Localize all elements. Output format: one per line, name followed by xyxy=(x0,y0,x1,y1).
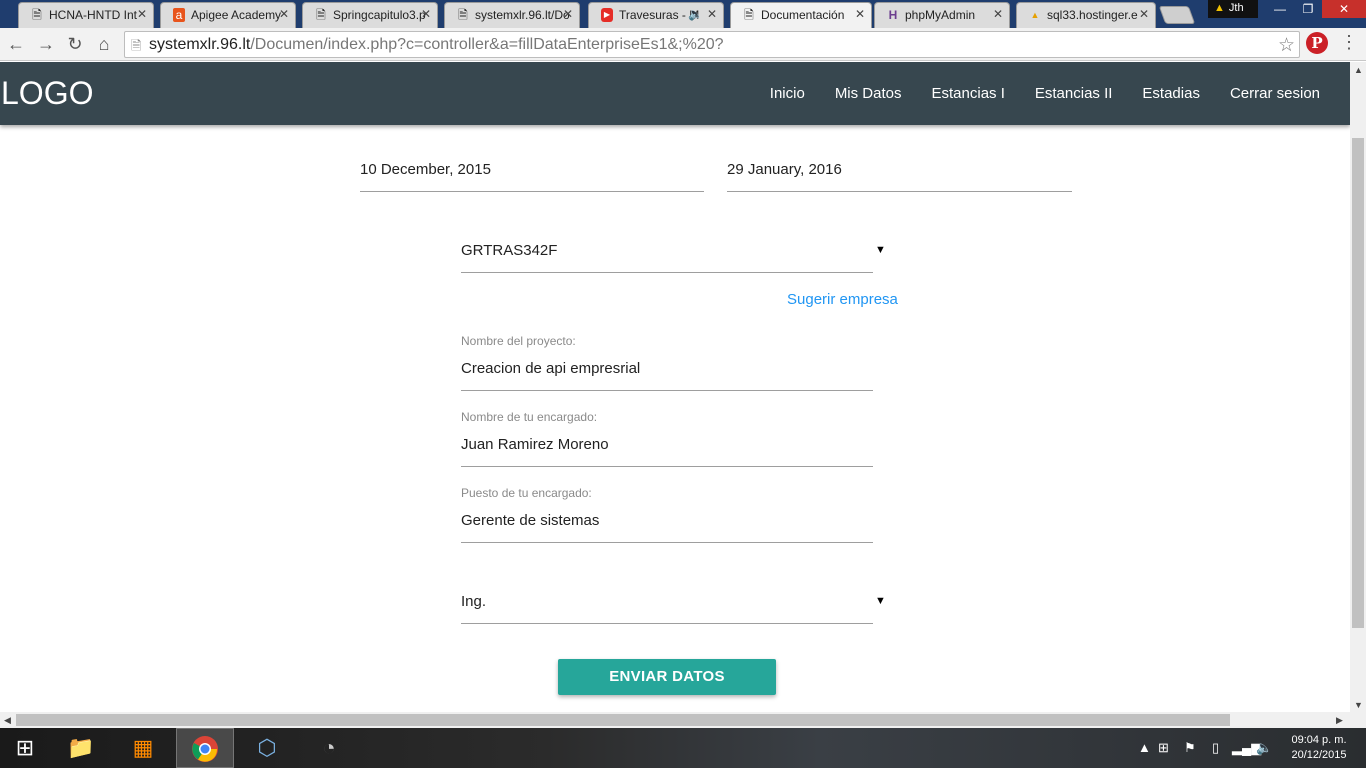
close-tab-icon[interactable]: ✕ xyxy=(707,7,717,21)
manager-name-input[interactable]: Juan Ramirez Moreno xyxy=(461,434,873,467)
bookmark-star-icon[interactable]: ☆ xyxy=(1278,34,1295,57)
browser-tab[interactable]: 🗎 HCNA-HNTD Int ✕ xyxy=(18,2,154,28)
nav-link-estadias[interactable]: Estadias xyxy=(1127,85,1215,102)
end-date-field[interactable]: 29 January, 2016 xyxy=(727,158,1072,192)
browser-tab[interactable]: 🗎 Springcapitulo3.p ✕ xyxy=(302,2,438,28)
nav-link-mis-datos[interactable]: Mis Datos xyxy=(820,85,917,102)
close-window-icon[interactable]: ✕ xyxy=(1322,0,1366,18)
nav-link-estancias-1[interactable]: Estancias I xyxy=(917,85,1020,102)
dropdown-arrow-icon[interactable]: ▼ xyxy=(875,244,886,256)
nav-links: Inicio Mis Datos Estancias I Estancias I… xyxy=(755,62,1335,125)
profile-button[interactable]: ▲ Jth xyxy=(1208,0,1258,18)
nav-link-inicio[interactable]: Inicio xyxy=(755,85,820,102)
project-name-input[interactable]: Creacion de api empresrial xyxy=(461,358,873,391)
vertical-scrollbar[interactable]: ▲ ▼ xyxy=(1350,62,1366,712)
close-tab-icon[interactable]: ✕ xyxy=(1139,7,1149,21)
volume-icon[interactable]: 🔈 xyxy=(1256,740,1272,756)
horizontal-scrollbar[interactable]: ◀ ▶ xyxy=(0,712,1366,728)
minimize-icon[interactable]: — xyxy=(1266,0,1294,18)
start-date-field[interactable]: 10 December, 2015 xyxy=(360,158,704,192)
browser-tab[interactable]: a Apigee Academy ✕ xyxy=(160,2,296,28)
scroll-right-icon[interactable]: ▶ xyxy=(1336,715,1343,726)
page-viewport: LOGO Inicio Mis Datos Estancias I Estanc… xyxy=(0,62,1350,712)
browser-tab-active[interactable]: 🗎 Documentación ✕ xyxy=(730,2,872,28)
windows-icon[interactable]: ⊞ xyxy=(1158,740,1169,756)
apigee-icon: a xyxy=(173,8,185,22)
pma-icon: ▲ xyxy=(1030,10,1040,20)
phpmyadmin-icon: H xyxy=(888,8,898,22)
suggest-enterprise-link[interactable]: Sugerir empresa xyxy=(787,291,898,308)
close-tab-icon[interactable]: ✕ xyxy=(993,7,1003,21)
manager-position-input[interactable]: Gerente de sistemas xyxy=(461,510,873,543)
page-icon: 🗎 xyxy=(458,8,468,22)
file-explorer-icon[interactable]: 📁 xyxy=(52,728,110,768)
forward-icon[interactable]: → xyxy=(34,32,58,56)
browser-tab[interactable]: 🗎 systemxlr.96.lt/Do ✕ xyxy=(444,2,580,28)
app-icon[interactable]: ◔ xyxy=(300,728,358,768)
scroll-left-icon[interactable]: ◀ xyxy=(4,715,11,726)
title-select[interactable]: Ing. xyxy=(461,590,873,624)
browser-toolbar: ← → ↻ ⌂ 🗎 systemxlr.96.lt/Documen/index.… xyxy=(0,28,1366,61)
windows-taskbar: ⊞ 📁 ▦ ⬡ ◔ ▲ ⊞ ⚑ ▯ ▂▄▆ 🔈 09:04 p. m. 20/1… xyxy=(0,728,1366,768)
taskbar-clock[interactable]: 09:04 p. m. 20/12/2015 xyxy=(1286,733,1352,763)
browser-tab[interactable]: H phpMyAdmin ✕ xyxy=(874,2,1010,28)
nav-link-estancias-2[interactable]: Estancias II xyxy=(1020,85,1128,102)
enterprise-select[interactable]: GRTRAS342F xyxy=(461,239,873,273)
page-icon: 🗎 xyxy=(32,8,42,22)
new-tab-button[interactable] xyxy=(1158,6,1196,24)
chrome-menu-icon[interactable]: ⋮ xyxy=(1340,32,1358,53)
windows-start-icon[interactable]: ⊞ xyxy=(0,728,50,768)
manager-position-label: Puesto de tu encargado: xyxy=(461,486,592,500)
scroll-up-icon[interactable]: ▲ xyxy=(1354,65,1363,75)
tray-overflow-icon[interactable]: ▲ xyxy=(1138,740,1151,755)
close-tab-icon[interactable]: ✕ xyxy=(563,7,573,21)
address-bar[interactable]: 🗎 systemxlr.96.lt/Documen/index.php?c=co… xyxy=(124,31,1300,58)
site-logo[interactable]: LOGO xyxy=(1,75,93,112)
home-icon[interactable]: ⌂ xyxy=(92,32,116,56)
youtube-icon: ▶ xyxy=(601,8,613,22)
page-icon: 🗎 xyxy=(131,38,142,53)
chrome-taskbar-icon[interactable] xyxy=(176,728,234,768)
flag-icon[interactable]: ⚑ xyxy=(1184,740,1196,756)
scroll-down-icon[interactable]: ▼ xyxy=(1354,700,1363,710)
close-tab-icon[interactable]: ✕ xyxy=(421,7,431,21)
page-icon: 🗎 xyxy=(316,8,326,22)
browser-tab[interactable]: ▶ Travesuras - M 🔈 ✕ xyxy=(588,2,724,28)
close-tab-icon[interactable]: ✕ xyxy=(279,7,289,21)
submit-button[interactable]: ENVIAR DATOS xyxy=(558,659,776,695)
battery-icon[interactable]: ▯ xyxy=(1212,740,1219,756)
horizontal-scroll-thumb[interactable] xyxy=(16,714,1230,726)
speaker-icon: 🔈 xyxy=(688,7,703,21)
warning-icon: ▲ xyxy=(1214,2,1225,14)
project-name-label: Nombre del proyecto: xyxy=(461,334,576,348)
site-navbar: LOGO Inicio Mis Datos Estancias I Estanc… xyxy=(0,62,1350,125)
close-tab-icon[interactable]: ✕ xyxy=(855,7,865,21)
browser-tab[interactable]: ▲ sql33.hostinger.e ✕ xyxy=(1016,2,1156,28)
vertical-scroll-thumb[interactable] xyxy=(1352,138,1364,628)
manager-name-label: Nombre de tu encargado: xyxy=(461,410,598,424)
maximize-icon[interactable]: ❐ xyxy=(1294,0,1322,18)
back-icon[interactable]: ← xyxy=(4,32,28,56)
reload-icon[interactable]: ↻ xyxy=(63,32,87,56)
pinterest-icon[interactable]: P xyxy=(1306,32,1328,54)
store-icon[interactable]: ▦ xyxy=(114,728,172,768)
dropdown-arrow-icon[interactable]: ▼ xyxy=(875,595,886,607)
close-tab-icon[interactable]: ✕ xyxy=(137,7,147,21)
browser-tab-strip: 🗎 HCNA-HNTD Int ✕ a Apigee Academy ✕ 🗎 S… xyxy=(0,0,1366,28)
nav-link-cerrar-sesion[interactable]: Cerrar sesion xyxy=(1215,85,1335,102)
virtualbox-icon[interactable]: ⬡ xyxy=(238,728,296,768)
page-icon: 🗎 xyxy=(744,8,754,22)
